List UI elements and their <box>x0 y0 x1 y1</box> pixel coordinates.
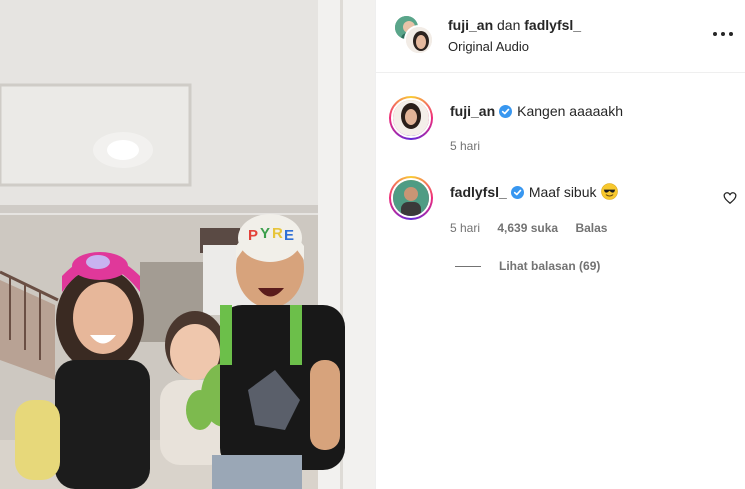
comment-likes[interactable]: 4,639 suka <box>497 221 558 235</box>
comments-panel: fuji_an dan fadlyfsl_ Original Audio fuj… <box>375 0 745 489</box>
avatar-fadlyfsl-small[interactable] <box>404 25 434 55</box>
like-heart-icon[interactable] <box>723 191 737 205</box>
svg-text:R: R <box>272 225 283 242</box>
audio-label[interactable]: Original Audio <box>448 39 529 54</box>
comment-username[interactable]: fadlyfsl_ <box>450 184 507 200</box>
comment-text-line: fuji_an Kangen aaaaakh <box>450 103 623 119</box>
verified-badge-icon <box>510 186 524 199</box>
comment-time[interactable]: 5 hari <box>450 221 480 235</box>
replies-divider-line <box>455 266 481 268</box>
instagram-post-view: P Y R E fuji_an dan fadlyfsl_ Original A… <box>0 0 745 489</box>
comment-body: Kangen aaaaakh <box>517 103 623 119</box>
comment-meta: 5 hari <box>450 139 494 153</box>
svg-text:Y: Y <box>260 225 270 242</box>
post-header: fuji_an dan fadlyfsl_ Original Audio <box>376 0 745 73</box>
comment-time[interactable]: 5 hari <box>450 139 480 153</box>
collab-avatars[interactable] <box>393 14 434 56</box>
author-1-link[interactable]: fuji_an <box>448 17 493 33</box>
verified-badge-icon <box>499 105 513 118</box>
svg-text:E: E <box>284 227 294 244</box>
more-horizontal-icon[interactable] <box>712 24 734 44</box>
view-replies-button[interactable]: Lihat balasan (69) <box>455 259 600 273</box>
comment-avatar[interactable] <box>389 96 433 140</box>
post-authors: fuji_an dan fadlyfsl_ <box>448 17 581 33</box>
comment-text-line: fadlyfsl_ Maaf sibuk <box>450 183 618 200</box>
comment-avatar[interactable] <box>389 176 433 220</box>
sunglasses-emoji-icon <box>600 183 618 200</box>
svg-text:P: P <box>248 227 258 244</box>
author-2-link[interactable]: fadlyfsl_ <box>524 17 581 33</box>
comment-meta: 5 hari 4,639 suka Balas <box>450 221 621 235</box>
reply-button[interactable]: Balas <box>575 221 607 235</box>
view-replies-label: Lihat balasan (69) <box>499 259 601 273</box>
post-media[interactable]: P Y R E <box>0 0 375 489</box>
author-joiner: dan <box>497 17 521 33</box>
comment-body: Maaf sibuk <box>528 184 597 200</box>
video-frame: P Y R E <box>0 0 375 489</box>
comment-username[interactable]: fuji_an <box>450 103 495 119</box>
